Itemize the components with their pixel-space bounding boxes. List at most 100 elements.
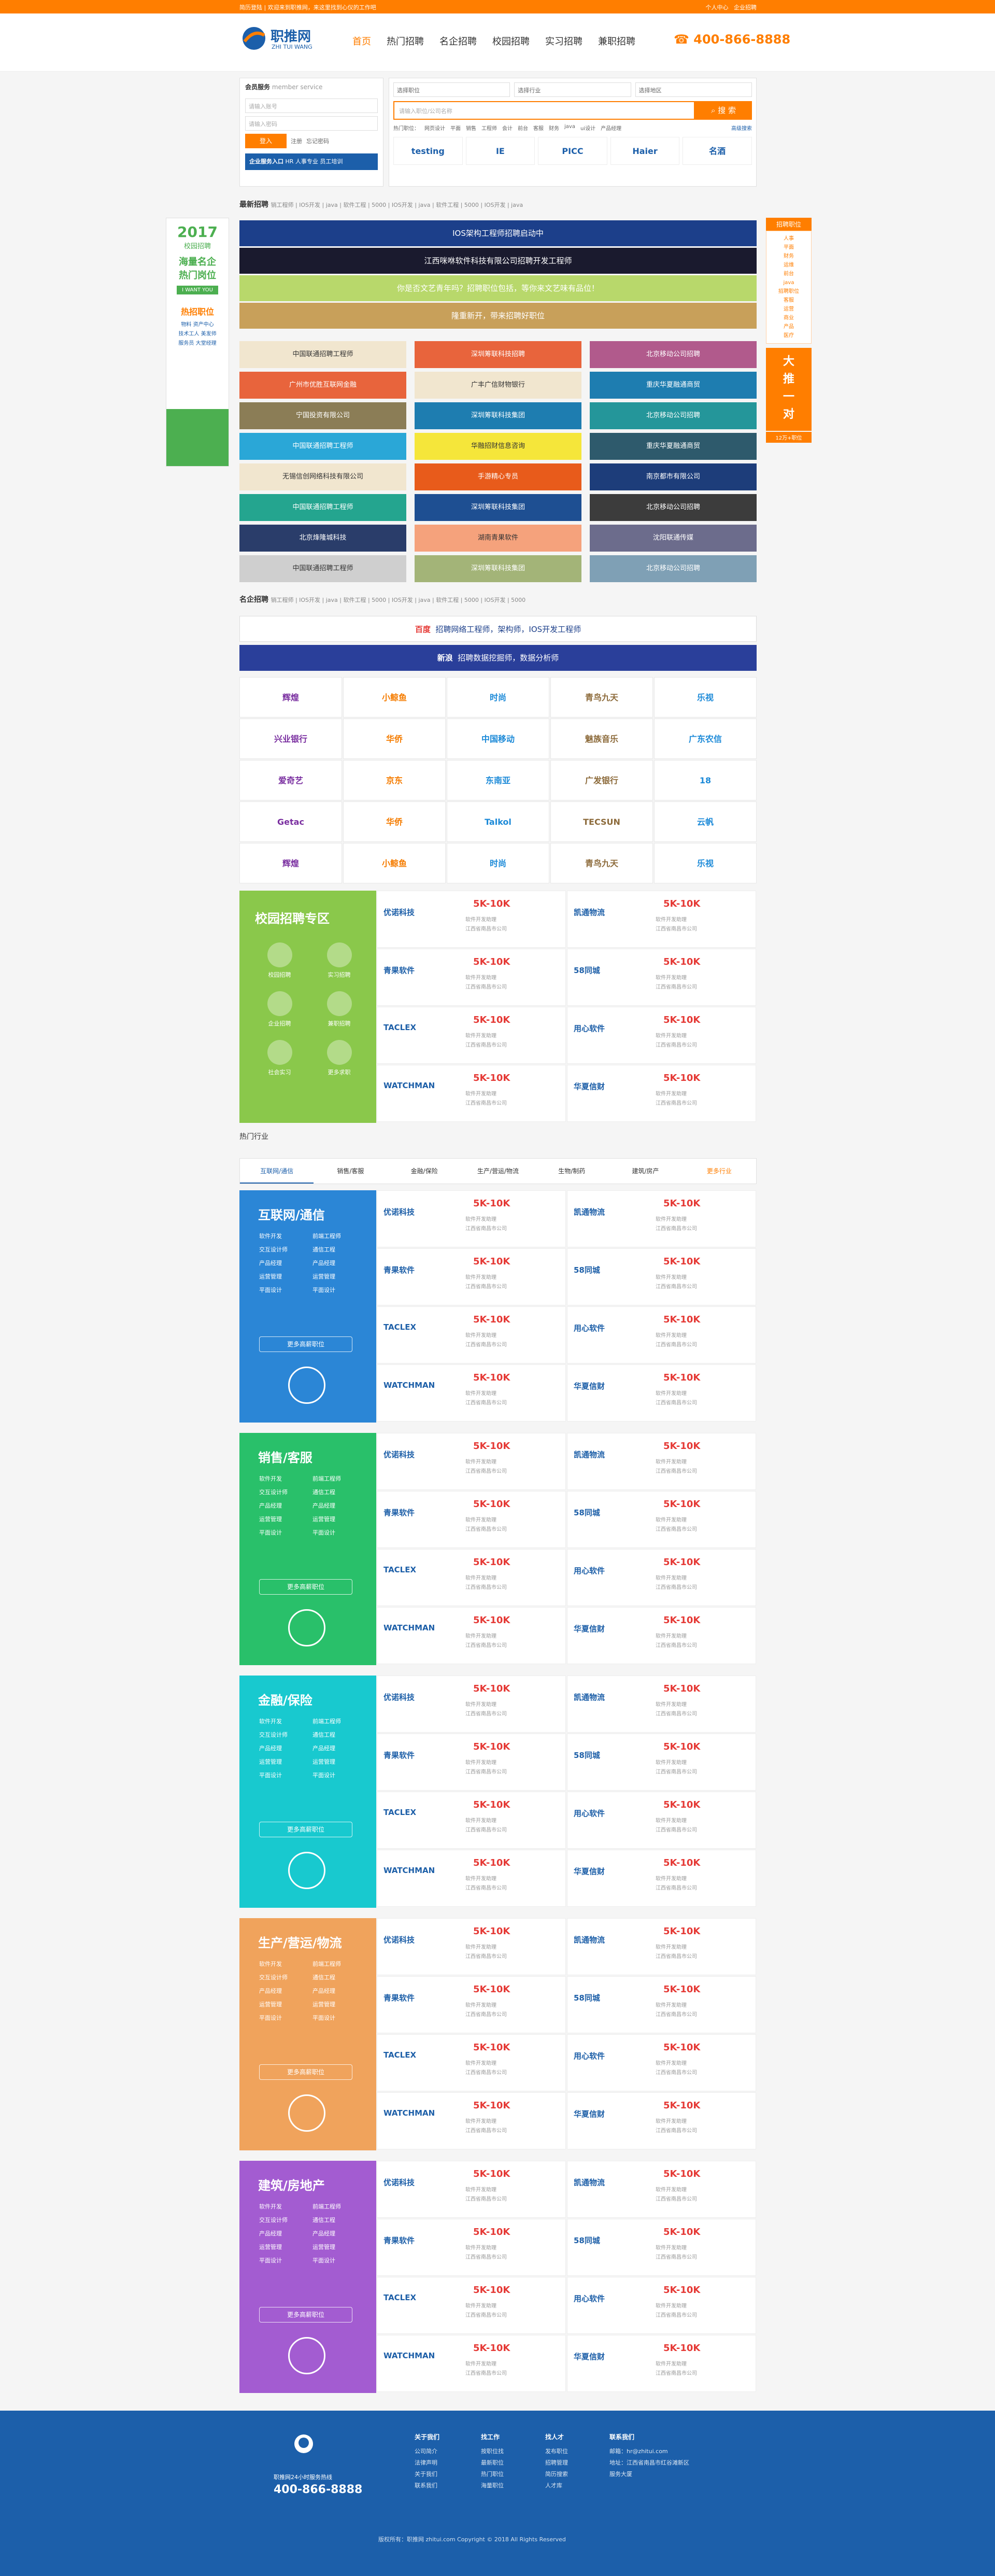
job-card[interactable]: 凯通物流 5K-10K 软件开发助理 江西省南昌市公司 (567, 1918, 756, 1975)
industry-tab[interactable]: 金融/保险 (388, 1159, 461, 1184)
company-logo[interactable]: 东南亚 (447, 760, 549, 800)
footer-link[interactable]: 发布职位 (545, 2446, 568, 2457)
industry-link[interactable]: 平面设计 (259, 1286, 309, 1294)
company-cell[interactable]: 南京都市有限公司 (590, 463, 757, 490)
company-cell[interactable]: 中国联通招聘工程师 (239, 494, 406, 521)
password-input[interactable]: 请输入密码 (245, 116, 378, 131)
job-card[interactable]: 58同城 5K-10K 软件开发助理 江西省南昌市公司 (567, 1976, 756, 2033)
company-logo[interactable]: 青鸟九天 (550, 843, 653, 883)
industry-link[interactable]: 通信工程 (312, 1245, 363, 1254)
more-jobs-button[interactable]: 更多高薪职位 (259, 2307, 352, 2322)
industry-tab[interactable]: 建筑/房产 (608, 1159, 682, 1184)
footer-link[interactable]: 联系我们 (415, 2480, 439, 2491)
industry-link[interactable]: 前端工程师 (312, 1717, 363, 1725)
company-logo[interactable]: 乐视 (654, 843, 757, 883)
industry-link[interactable]: 交互设计师 (259, 1245, 309, 1254)
job-card[interactable]: TACLEX 5K-10K 软件开发助理 江西省南昌市公司 (377, 2034, 566, 2091)
site-logo[interactable]: 职推网 ZHI TUI WANG (239, 24, 322, 55)
industry-link[interactable]: 运营管理 (259, 1757, 309, 1766)
company-cell[interactable]: 广州市优胜互联网金融 (239, 372, 406, 399)
company-cell[interactable]: 重庆华夏融通商贸 (590, 372, 757, 399)
company-logo[interactable]: 广发银行 (550, 760, 653, 800)
hot-keyword[interactable]: 产品经理 (601, 124, 621, 132)
job-card[interactable]: TACLEX 5K-10K 软件开发助理 江西省南昌市公司 (377, 1792, 566, 1849)
company-cell[interactable]: 手游精心专员 (415, 463, 581, 490)
company-cell[interactable]: 中国联通招聘工程师 (239, 341, 406, 368)
job-card[interactable]: 用心软件 5K-10K 软件开发助理 江西省南昌市公司 (567, 2034, 756, 2091)
company-cell[interactable]: 无锡信创网络科技有限公司 (239, 463, 406, 490)
job-card[interactable]: 青果软件 5K-10K 软件开发助理 江西省南昌市公司 (377, 1248, 566, 1305)
hot-keyword[interactable]: 平面 (450, 124, 461, 132)
partner-logo[interactable]: Haier (610, 137, 680, 165)
job-card[interactable]: 青果软件 5K-10K 软件开发助理 江西省南昌市公司 (377, 949, 566, 1006)
industry-link[interactable]: 平面设计 (259, 1771, 309, 1779)
industry-link[interactable]: 运营管理 (312, 1272, 363, 1280)
job-select[interactable]: 选择职位 (393, 82, 510, 97)
company-cell[interactable]: 深圳筹联科技集团 (415, 402, 581, 429)
footer-link[interactable]: 最新职位 (481, 2457, 504, 2469)
nav-intern[interactable]: 实习招聘 (545, 34, 582, 48)
industry-link[interactable]: 通信工程 (312, 1488, 363, 1496)
right-ad-item[interactable]: 商业 (766, 314, 811, 322)
partner-logo[interactable]: 名酒 (683, 137, 752, 165)
footer-link[interactable]: 地址：江西省南昌市红谷滩新区 (609, 2457, 689, 2469)
login-link[interactable]: 简历登陆 (239, 4, 262, 11)
company-logo[interactable]: 广东农信 (654, 719, 757, 759)
job-card[interactable]: 用心软件 5K-10K 软件开发助理 江西省南昌市公司 (567, 2277, 756, 2334)
region-select[interactable]: 选择地区 (635, 82, 752, 97)
company-cell[interactable]: 广丰广信财物银行 (415, 372, 581, 399)
hot-keyword[interactable]: 会计 (502, 124, 513, 132)
hot-keyword[interactable]: 销售 (466, 124, 476, 132)
company-cell[interactable]: 重庆华夏融通商贸 (590, 433, 757, 460)
industry-link[interactable]: 产品经理 (259, 1987, 309, 1995)
more-jobs-button[interactable]: 更多高薪职位 (259, 1579, 352, 1595)
company-logo[interactable]: 乐视 (654, 677, 757, 717)
job-card[interactable]: 青果软件 5K-10K 软件开发助理 江西省南昌市公司 (377, 1491, 566, 1548)
enterprise-entry[interactable]: 企业服务入口 HR 人事专业 员工培训 (245, 153, 378, 170)
footer-link[interactable]: 人才库 (545, 2480, 568, 2491)
industry-link[interactable]: 交互设计师 (259, 1730, 309, 1739)
industry-link[interactable]: 平面设计 (312, 2256, 363, 2264)
nav-famous[interactable]: 名企招聘 (439, 34, 477, 48)
campus-menu-item[interactable]: 企业招聘 (255, 991, 304, 1027)
company-logo[interactable]: 辉煌 (239, 843, 342, 883)
nav-hot[interactable]: 热门招聘 (387, 34, 424, 48)
job-card[interactable]: WATCHMAN 5K-10K 软件开发助理 江西省南昌市公司 (377, 2335, 566, 2392)
industry-link[interactable]: 运营管理 (312, 1757, 363, 1766)
job-card[interactable]: WATCHMAN 5K-10K 软件开发助理 江西省南昌市公司 (377, 1607, 566, 1664)
company-cell[interactable]: 沈阳联通传媒 (590, 525, 757, 552)
industry-link[interactable]: 平面设计 (259, 2256, 309, 2264)
footer-link[interactable]: 服务大厦 (609, 2469, 689, 2480)
industry-link[interactable]: 前端工程师 (312, 1232, 363, 1240)
footer-link[interactable]: 海量职位 (481, 2480, 504, 2491)
company-logo[interactable]: 辉煌 (239, 677, 342, 717)
more-jobs-button[interactable]: 更多高薪职位 (259, 1336, 352, 1352)
industry-link[interactable]: 产品经理 (259, 1501, 309, 1510)
hot-job-item[interactable]: 技术工人 美发师 (166, 330, 229, 339)
company-cell[interactable]: 北京移动公司招聘 (590, 341, 757, 368)
job-card[interactable]: TACLEX 5K-10K 软件开发助理 江西省南昌市公司 (377, 2277, 566, 2334)
job-card[interactable]: 青果软件 5K-10K 软件开发助理 江西省南昌市公司 (377, 1976, 566, 2033)
company-logo[interactable]: 云帆 (654, 801, 757, 842)
partner-logo[interactable]: PICC (538, 137, 607, 165)
job-card[interactable]: 华夏信财 5K-10K 软件开发助理 江西省南昌市公司 (567, 1850, 756, 1907)
right-ad-item[interactable]: 运维 (766, 261, 811, 270)
industry-link[interactable]: 交互设计师 (259, 1488, 309, 1496)
banner-jiangxi[interactable]: 江西咪咻软件科技有限公司招聘开发工程师 (239, 248, 757, 274)
cta-more[interactable]: 12万+职位 (766, 432, 812, 443)
industry-link[interactable]: 运营管理 (312, 2000, 363, 2008)
banner-ios[interactable]: IOS架构工程师招聘启动中 (239, 220, 757, 246)
industry-link[interactable]: 前端工程师 (312, 1960, 363, 1968)
footer-link[interactable]: 简历搜索 (545, 2469, 568, 2480)
industry-link[interactable]: 平面设计 (259, 2014, 309, 2022)
footer-link[interactable]: 邮箱：hr@zhitui.com (609, 2446, 689, 2457)
industry-link[interactable]: 运营管理 (259, 1515, 309, 1523)
search-button[interactable]: ⌕ 搜 索 (695, 101, 752, 120)
industry-link[interactable]: 平面设计 (312, 2014, 363, 2022)
industry-tab[interactable]: 更多行业 (683, 1159, 756, 1184)
job-card[interactable]: 凯通物流 5K-10K 软件开发助理 江西省南昌市公司 (567, 1433, 756, 1490)
company-logo[interactable]: 兴业银行 (239, 719, 342, 759)
industry-link[interactable]: 产品经理 (312, 1501, 363, 1510)
right-ad-item[interactable]: 医疗 (766, 331, 811, 340)
hot-keyword[interactable]: 财务 (549, 124, 559, 132)
